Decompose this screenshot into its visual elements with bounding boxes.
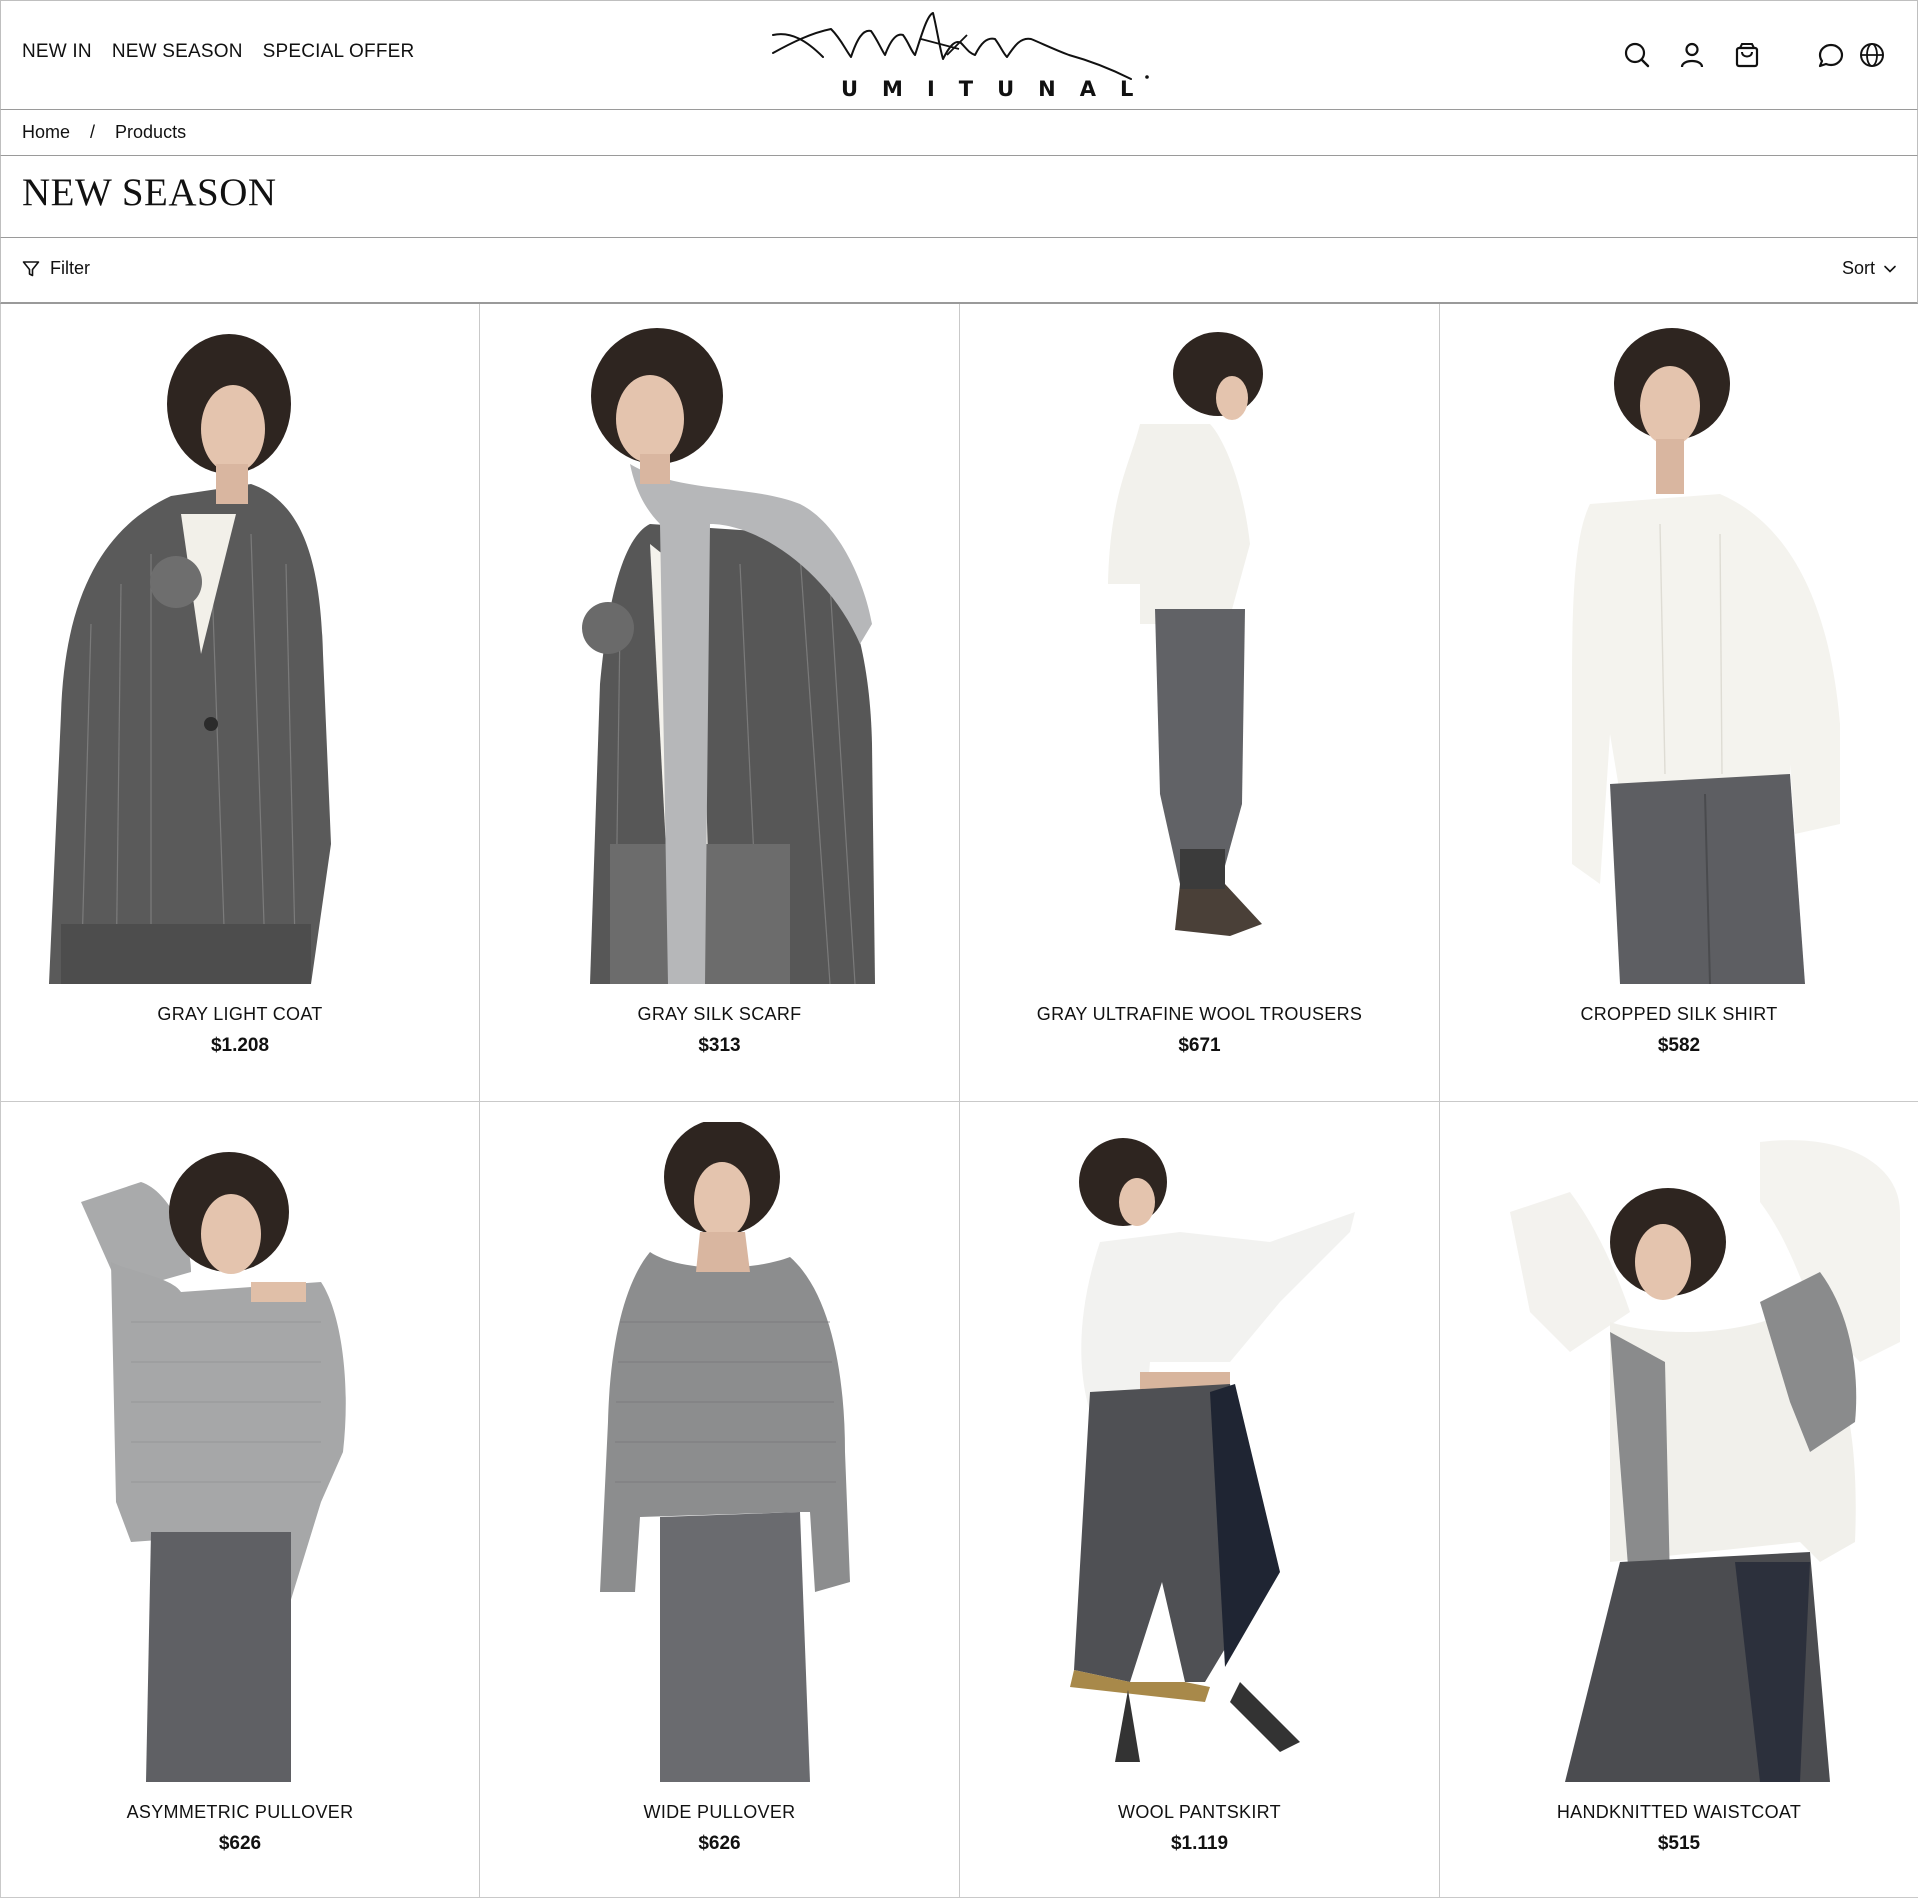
product-image[interactable]	[1460, 1122, 1900, 1782]
product-card[interactable]: WOOL PANTSKIRT $1.119	[960, 1102, 1440, 1898]
product-price: $671	[1178, 1035, 1221, 1056]
product-name[interactable]: CROPPED SILK SHIRT	[1440, 1004, 1918, 1025]
shopping-bag-icon[interactable]	[1731, 39, 1763, 71]
nav-new-in[interactable]: NEW IN	[22, 41, 92, 63]
page-title: NEW SEASON	[22, 171, 277, 214]
product-name[interactable]: WOOL PANTSKIRT	[960, 1802, 1439, 1823]
product-price: $626	[698, 1833, 741, 1854]
product-image[interactable]	[980, 1122, 1420, 1782]
product-card[interactable]: GRAY LIGHT COAT $1.208	[0, 304, 480, 1102]
main-nav: NEW IN NEW SEASON SPECIAL OFFER	[22, 41, 414, 63]
chat-bubble-icon[interactable]	[1815, 39, 1847, 71]
globe-icon[interactable]	[1856, 39, 1888, 71]
user-icon[interactable]	[1676, 39, 1708, 71]
product-card[interactable]: GRAY ULTRAFINE WOOL TROUSERS $671	[960, 304, 1440, 1102]
product-image[interactable]	[21, 324, 461, 984]
product-name[interactable]: ASYMMETRIC PULLOVER	[1, 1802, 479, 1823]
product-name[interactable]: GRAY LIGHT COAT	[1, 1004, 479, 1025]
breadcrumb-separator: /	[90, 122, 96, 142]
product-image[interactable]	[21, 1122, 461, 1782]
product-image[interactable]	[980, 324, 1420, 984]
filter-button[interactable]: Filter	[22, 258, 90, 279]
product-grid: GRAY LIGHT COAT $1.208 GRAY SILK SCARF $…	[0, 304, 1918, 1898]
breadcrumb-home[interactable]: Home	[22, 122, 70, 143]
breadcrumb-bar: Home / Products	[0, 110, 1918, 156]
breadcrumb: Home / Products	[22, 122, 186, 143]
product-name[interactable]: HANDKNITTED WAISTCOAT	[1440, 1802, 1918, 1823]
brand-wordmark: UMITUNAL	[841, 77, 1158, 101]
breadcrumb-products[interactable]: Products	[115, 122, 186, 143]
product-price: $626	[218, 1833, 262, 1854]
funnel-icon	[22, 260, 40, 276]
sort-button[interactable]: Sort	[1842, 258, 1897, 279]
product-card[interactable]: WIDE PULLOVER $626	[480, 1102, 960, 1898]
title-bar: NEW SEASON	[0, 156, 1918, 238]
product-card[interactable]: HANDKNITTED WAISTCOAT $515	[1440, 1102, 1918, 1898]
product-name[interactable]: GRAY ULTRAFINE WOOL TROUSERS	[960, 1004, 1439, 1025]
product-image[interactable]	[1460, 324, 1900, 984]
nav-new-season[interactable]: NEW SEASON	[112, 41, 243, 63]
listing-toolbar: Filter Sort	[0, 238, 1918, 304]
product-price: $582	[1657, 1035, 1701, 1056]
filter-label: Filter	[50, 258, 90, 278]
product-card[interactable]: CROPPED SILK SHIRT $582	[1440, 304, 1918, 1102]
product-price: $1.119	[1170, 1833, 1229, 1854]
sort-label: Sort	[1841, 258, 1875, 278]
product-name[interactable]: WIDE PULLOVER	[480, 1802, 959, 1823]
brand-logo[interactable]: UMITUNAL	[771, 9, 1151, 105]
product-price: $313	[698, 1035, 741, 1056]
product-price: $1.208	[210, 1035, 270, 1056]
product-name[interactable]: GRAY SILK SCARF	[480, 1004, 959, 1025]
chevron-down-icon	[1884, 265, 1896, 273]
product-card[interactable]: ASYMMETRIC PULLOVER $626	[0, 1102, 480, 1898]
product-image[interactable]	[500, 1122, 940, 1782]
product-image[interactable]	[500, 324, 940, 984]
product-card[interactable]: GRAY SILK SCARF $313	[480, 304, 960, 1102]
nav-special-offer[interactable]: SPECIAL OFFER	[263, 41, 415, 63]
search-icon[interactable]	[1621, 39, 1653, 71]
site-header: NEW IN NEW SEASON SPECIAL OFFER UMITUNAL	[0, 0, 1918, 110]
product-price: $515	[1657, 1833, 1701, 1854]
